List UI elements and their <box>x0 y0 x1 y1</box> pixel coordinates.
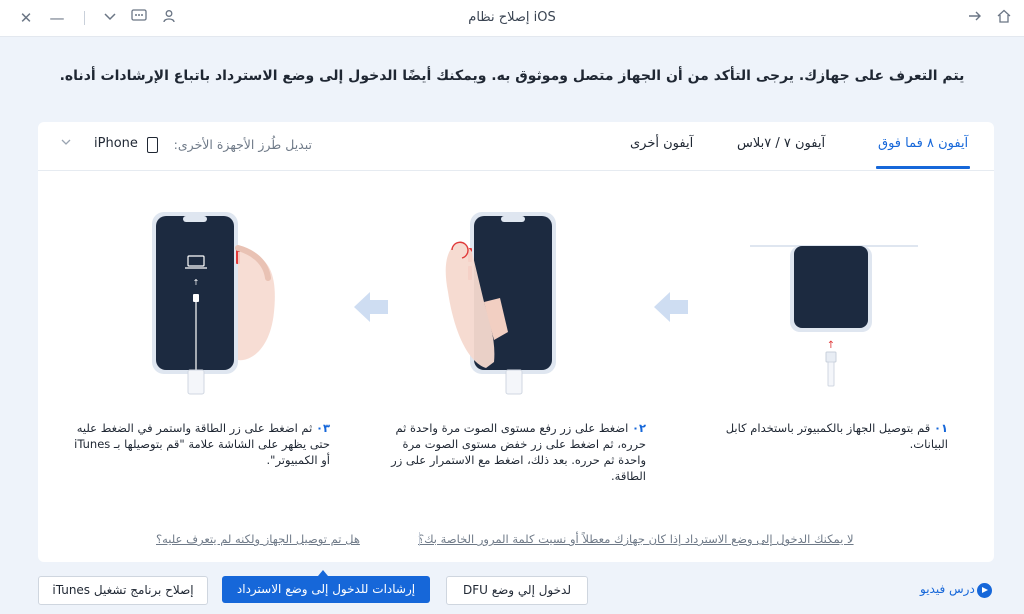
step2-number: ٠٢ <box>631 421 646 435</box>
left-arrow-icon <box>654 292 688 322</box>
step1-number: ٠١ <box>933 421 948 435</box>
tab-iphone8-up[interactable]: آيفون ٨ فما فوق <box>878 136 968 151</box>
fix-itunes-driver-button[interactable]: إصلاح برنامج تشغيل iTunes <box>38 576 208 605</box>
window-title: إصلاح نظام iOS <box>468 10 556 25</box>
cannot-enter-recovery-link[interactable]: لا يمكنك الدخول إلى وضع الاسترداد إذا كا… <box>418 532 854 546</box>
divider <box>419 532 420 546</box>
chevron-down-icon[interactable] <box>60 136 72 151</box>
svg-text:↑: ↑ <box>193 278 200 287</box>
forward-arrow-icon[interactable] <box>965 8 985 28</box>
tab-other-iphone[interactable]: آيفون أخرى <box>630 136 693 151</box>
recovery-guide-button[interactable]: إرشادات للدخول إلى وضع الاسترداد <box>222 576 430 603</box>
device-name[interactable]: iPhone <box>94 136 138 151</box>
step1-description: قم بتوصيل الجهاز بالكمبيوتر باستخدام كاب… <box>725 421 948 451</box>
enter-dfu-button[interactable]: لدخول إلي وضع DFU <box>446 576 588 605</box>
step2-description: اضغط على زر رفع مستوى الصوت مرة واحدة ثم… <box>391 421 646 483</box>
title-bar: ✕ — إصلاح نظام iOS <box>0 0 1024 37</box>
left-arrow-icon <box>354 292 388 322</box>
step3-text: ٠٣ ثم اضغط على زر الطاقة واستمر في الضغط… <box>68 420 330 468</box>
page-headline: يتم التعرف على جهازك. يرجى التأكد من أن … <box>59 68 965 84</box>
tabs-row: آيفون ٨ فما فوق آيفون ٧ / ٧بلاس آيفون أخ… <box>38 122 994 171</box>
home-icon[interactable] <box>994 8 1014 28</box>
tab-iphone7[interactable]: آيفون ٧ / ٧بلاس <box>737 136 825 151</box>
step1-text: ٠١ قم بتوصيل الجهاز بالكمبيوتر باستخدام … <box>714 420 948 452</box>
step3-phone-illustration: ↑ <box>152 212 275 395</box>
iphone-icon <box>147 137 158 153</box>
video-tutorial-link[interactable]: درس فيديو <box>920 582 975 596</box>
step1-phone-illustration: ↑ <box>750 245 918 387</box>
device-not-recognized-link[interactable]: هل تم توصيل الجهاز ولكنه لم يتعرف عليه؟ <box>156 532 360 546</box>
step2-text: ٠٢ اضغط على زر رفع مستوى الصوت مرة واحدة… <box>378 420 646 484</box>
instructions-card: آيفون ٨ فما فوق آيفون ٧ / ٧بلاس آيفون أخ… <box>38 122 994 562</box>
step3-description: ثم اضغط على زر الطاقة واستمر في الضغط عل… <box>74 421 330 467</box>
switch-model-label: تبديل طُرز الأجهزة الأخرى: <box>173 137 312 152</box>
step3-number: ٠٣ <box>315 421 330 435</box>
svg-text:↑: ↑ <box>827 340 835 351</box>
play-icon[interactable] <box>977 583 992 598</box>
active-tab-indicator <box>876 166 970 169</box>
step2-phone-illustration <box>445 212 556 395</box>
